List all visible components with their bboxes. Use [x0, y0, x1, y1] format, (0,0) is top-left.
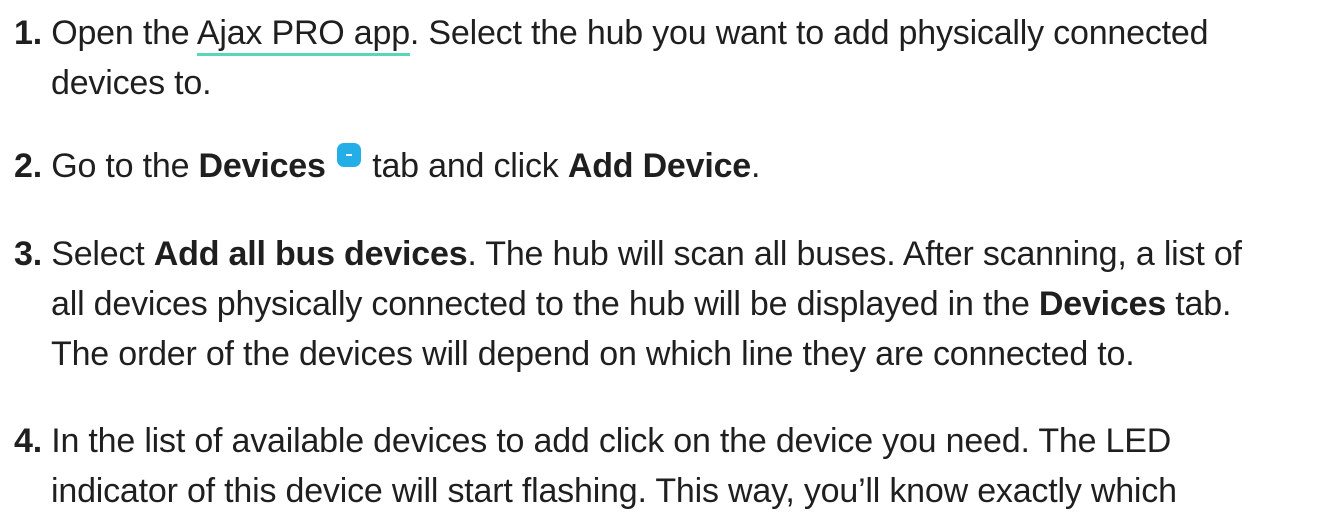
- ajax-pro-app-link[interactable]: Ajax PRO app: [196, 14, 410, 56]
- devices-tab-icon: [336, 143, 361, 167]
- step-text: Go to the: [51, 147, 199, 185]
- step-number: 3.: [14, 235, 42, 273]
- step-number: 1.: [14, 14, 42, 52]
- step-text: .: [751, 147, 761, 185]
- step-text: devices to.: [51, 64, 212, 102]
- step-1: 1. Open the Ajax PRO app. Select the hub…: [14, 8, 1304, 108]
- step-text: Open the: [51, 14, 197, 52]
- step-text: all devices physically connected to the …: [51, 285, 1039, 323]
- step-number: 4.: [14, 422, 42, 460]
- add-all-bus-devices-label: Add all bus devices: [153, 235, 468, 273]
- devices-label: Devices: [198, 147, 326, 185]
- step-text: indicator of this device will start flas…: [51, 472, 1177, 510]
- step-3: 3. Select Add all bus devices. The hub w…: [14, 229, 1304, 379]
- step-text: Select: [51, 235, 154, 273]
- step-text: tab and click: [362, 147, 568, 185]
- step-text: The order of the devices will depend on …: [51, 335, 1135, 373]
- step-text: . The hub will scan all buses. After sca…: [467, 235, 1242, 273]
- add-device-label: Add Device: [567, 147, 752, 185]
- instruction-steps: 1. Open the Ajax PRO app. Select the hub…: [0, 0, 1319, 520]
- devices-label: Devices: [1038, 285, 1167, 323]
- step-text-line: all devices physically connected to the …: [14, 279, 1304, 329]
- step-text: tab.: [1166, 285, 1232, 323]
- step-text: . Select the hub you want to add physica…: [409, 14, 1209, 52]
- step-number: 2.: [14, 147, 42, 185]
- step-2: 2. Go to the Devices tab and click Add D…: [14, 141, 1304, 191]
- step-4: 4. In the list of available devices to a…: [14, 416, 1304, 516]
- step-text: In the list of available devices to add …: [51, 422, 1172, 460]
